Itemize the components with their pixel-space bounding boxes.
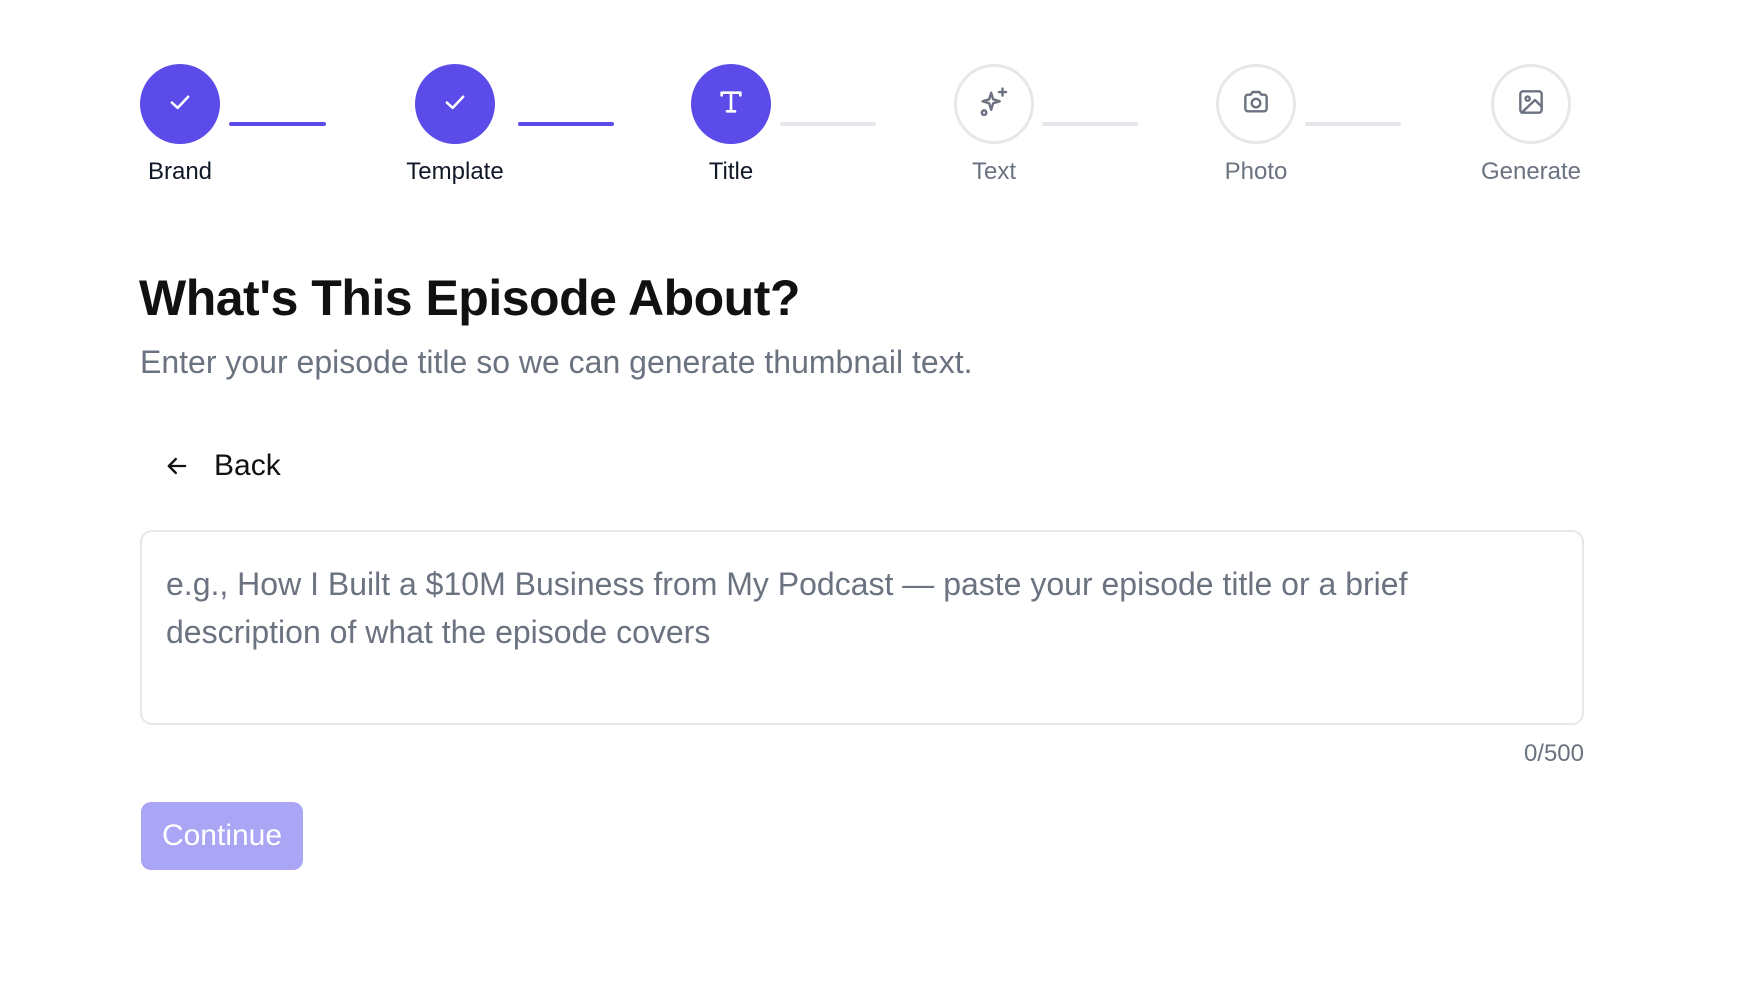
step-connector xyxy=(780,122,876,126)
step-photo-label: Photo xyxy=(1224,158,1288,185)
step-brand-label: Brand xyxy=(147,158,213,185)
step-connector xyxy=(518,122,614,126)
step-generate[interactable]: Generate xyxy=(1451,64,1611,186)
step-generate-label: Generate xyxy=(1480,158,1582,185)
episode-title-input[interactable] xyxy=(142,532,1582,723)
character-count: 0/500 xyxy=(1523,740,1584,767)
step-generate-circle xyxy=(1491,64,1571,144)
step-text-label: Text xyxy=(971,158,1016,185)
episode-input-container xyxy=(140,530,1584,725)
step-template-circle xyxy=(415,64,495,144)
step-connector xyxy=(1042,122,1138,126)
check-icon xyxy=(166,88,194,121)
episode-title-page: Brand Template Title Text Photo Generate… xyxy=(0,0,1738,998)
arrow-left-icon xyxy=(162,451,192,481)
camera-icon xyxy=(1240,86,1272,123)
step-connector xyxy=(229,122,326,126)
check-icon xyxy=(441,88,469,121)
step-brand-circle xyxy=(140,64,220,144)
step-template-label: Template xyxy=(406,158,504,185)
step-connector xyxy=(1305,122,1401,126)
step-photo-circle xyxy=(1216,64,1296,144)
step-title-circle xyxy=(691,64,771,144)
page-title: What's This Episode About? xyxy=(139,270,800,326)
image-icon xyxy=(1515,86,1547,123)
type-icon xyxy=(715,86,747,123)
continue-button[interactable]: Continue xyxy=(141,802,303,870)
back-button[interactable]: Back xyxy=(150,440,293,492)
page-subtitle: Enter your episode title so we can gener… xyxy=(140,344,973,380)
sparkles-icon xyxy=(977,85,1011,124)
step-text-circle xyxy=(954,64,1034,144)
step-title-label: Title xyxy=(708,158,754,185)
step-template[interactable]: Template xyxy=(375,64,535,186)
back-button-label: Back xyxy=(214,449,281,482)
